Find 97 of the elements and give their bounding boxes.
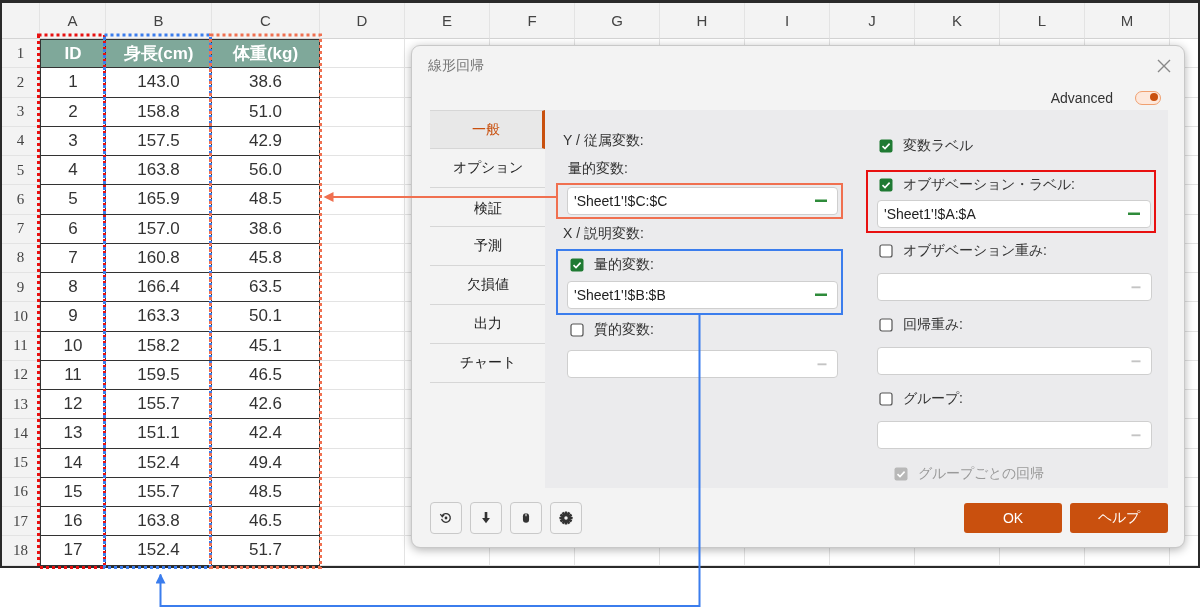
row-header[interactable]: 12: [2, 360, 40, 390]
option-label: オブザベーション重み:: [903, 242, 1047, 260]
row-header[interactable]: 4: [2, 126, 40, 156]
row-header[interactable]: 5: [2, 156, 40, 186]
field-label: 量的変数:: [567, 159, 628, 178]
table-cell: 51.7: [212, 536, 320, 566]
table-cell: 155.7: [106, 390, 212, 420]
table-cell: 51.0: [212, 97, 320, 127]
table-cell: 1: [40, 68, 106, 98]
row-header[interactable]: 2: [2, 68, 40, 98]
row-header[interactable]: 13: [2, 390, 40, 420]
table-cell: 2: [40, 97, 106, 127]
option-label: オブザベーション・ラベル:: [903, 176, 1075, 194]
column-header[interactable]: E: [405, 3, 490, 39]
table-cell: 63.5: [212, 273, 320, 303]
column-header[interactable]: F: [490, 3, 575, 39]
table-cell: 48.5: [212, 185, 320, 215]
nav-tab[interactable]: 一般: [430, 110, 545, 149]
column-header[interactable]: G: [575, 3, 660, 39]
table-cell: 48.5: [212, 477, 320, 507]
column-header[interactable]: L: [1000, 3, 1085, 39]
header-cell: ID: [40, 39, 106, 69]
column-header[interactable]: J: [830, 3, 915, 39]
row-header[interactable]: 14: [2, 419, 40, 449]
table-cell: 38.6: [212, 68, 320, 98]
table-cell: 17: [40, 536, 106, 566]
dialog-title: 線形回帰: [428, 56, 484, 75]
table-cell: 45.1: [212, 331, 320, 361]
row-header[interactable]: 8: [2, 243, 40, 273]
table-cell: 8: [40, 273, 106, 303]
table-cell: 16: [40, 507, 106, 537]
advanced-label: Advanced: [1050, 89, 1113, 106]
table-cell: 163.8: [106, 156, 212, 186]
table-cell: 160.8: [106, 243, 212, 273]
input-field[interactable]: 'Sheet1'!$B:$B: [567, 281, 838, 309]
dialog-button[interactable]: OK: [964, 502, 1062, 533]
header-cell: 体重(kg): [212, 39, 320, 69]
row-header[interactable]: 18: [2, 536, 40, 566]
table-cell: 163.8: [106, 507, 212, 537]
column-header[interactable]: A: [40, 3, 106, 39]
table-cell: 155.7: [106, 477, 212, 507]
table-cell: 9: [40, 302, 106, 332]
column-header[interactable]: D: [320, 3, 405, 39]
column-header[interactable]: C: [212, 3, 320, 39]
table-cell: 38.6: [212, 214, 320, 244]
table-cell: 7: [40, 243, 106, 273]
table-cell: 42.9: [212, 126, 320, 156]
table-cell: 46.5: [212, 360, 320, 390]
header-cell: 身長(cm): [106, 39, 212, 69]
table-cell: 13: [40, 419, 106, 449]
table-cell: 14: [40, 448, 106, 478]
column-header[interactable]: K: [915, 3, 1000, 39]
column-header[interactable]: M: [1085, 3, 1170, 39]
table-cell: 3: [40, 126, 106, 156]
input-field[interactable]: 'Sheet1'!$C:$C: [567, 187, 838, 215]
table-cell: 42.4: [212, 419, 320, 449]
table-cell: 152.4: [106, 448, 212, 478]
option-label: 量的変数:: [594, 256, 654, 274]
option-label: グループごとの回帰: [918, 465, 1044, 483]
row-header[interactable]: 7: [2, 214, 40, 244]
table-cell: 166.4: [106, 273, 212, 303]
table-cell: 50.1: [212, 302, 320, 332]
table-cell: 151.1: [106, 419, 212, 449]
option-label: グループ:: [903, 390, 963, 408]
table-cell: 165.9: [106, 185, 212, 215]
row-header[interactable]: 15: [2, 448, 40, 478]
row-header[interactable]: 3: [2, 97, 40, 127]
table-cell: 12: [40, 390, 106, 420]
table-cell: 49.4: [212, 448, 320, 478]
input-field[interactable]: 'Sheet1'!$A:$A: [877, 200, 1151, 228]
row-header[interactable]: 16: [2, 477, 40, 507]
table-cell: 4: [40, 156, 106, 186]
table-cell: 42.6: [212, 390, 320, 420]
section-heading: X / 説明変数:: [562, 224, 645, 243]
dialog-button[interactable]: ヘルプ: [1070, 502, 1168, 533]
table-cell: 11: [40, 360, 106, 390]
row-header[interactable]: 9: [2, 273, 40, 303]
row-header[interactable]: 11: [2, 331, 40, 361]
table-cell: 15: [40, 477, 106, 507]
column-header[interactable]: H: [660, 3, 745, 39]
table-cell: 6: [40, 214, 106, 244]
column-header[interactable]: I: [745, 3, 830, 39]
section-heading: Y / 従属変数:: [562, 131, 645, 150]
table-cell: 157.0: [106, 214, 212, 244]
table-cell: 5: [40, 185, 106, 215]
table-cell: 45.8: [212, 243, 320, 273]
column-header[interactable]: B: [106, 3, 212, 39]
row-header[interactable]: 1: [2, 39, 40, 69]
option-label: 変数ラベル: [903, 137, 973, 155]
row-header[interactable]: 10: [2, 302, 40, 332]
option-label: 質的変数:: [594, 321, 654, 339]
table-cell: 46.5: [212, 507, 320, 537]
option-label: 回帰重み:: [903, 316, 963, 334]
table-cell: 10: [40, 331, 106, 361]
table-cell: 56.0: [212, 156, 320, 186]
row-header[interactable]: 6: [2, 185, 40, 215]
row-header[interactable]: 17: [2, 507, 40, 537]
